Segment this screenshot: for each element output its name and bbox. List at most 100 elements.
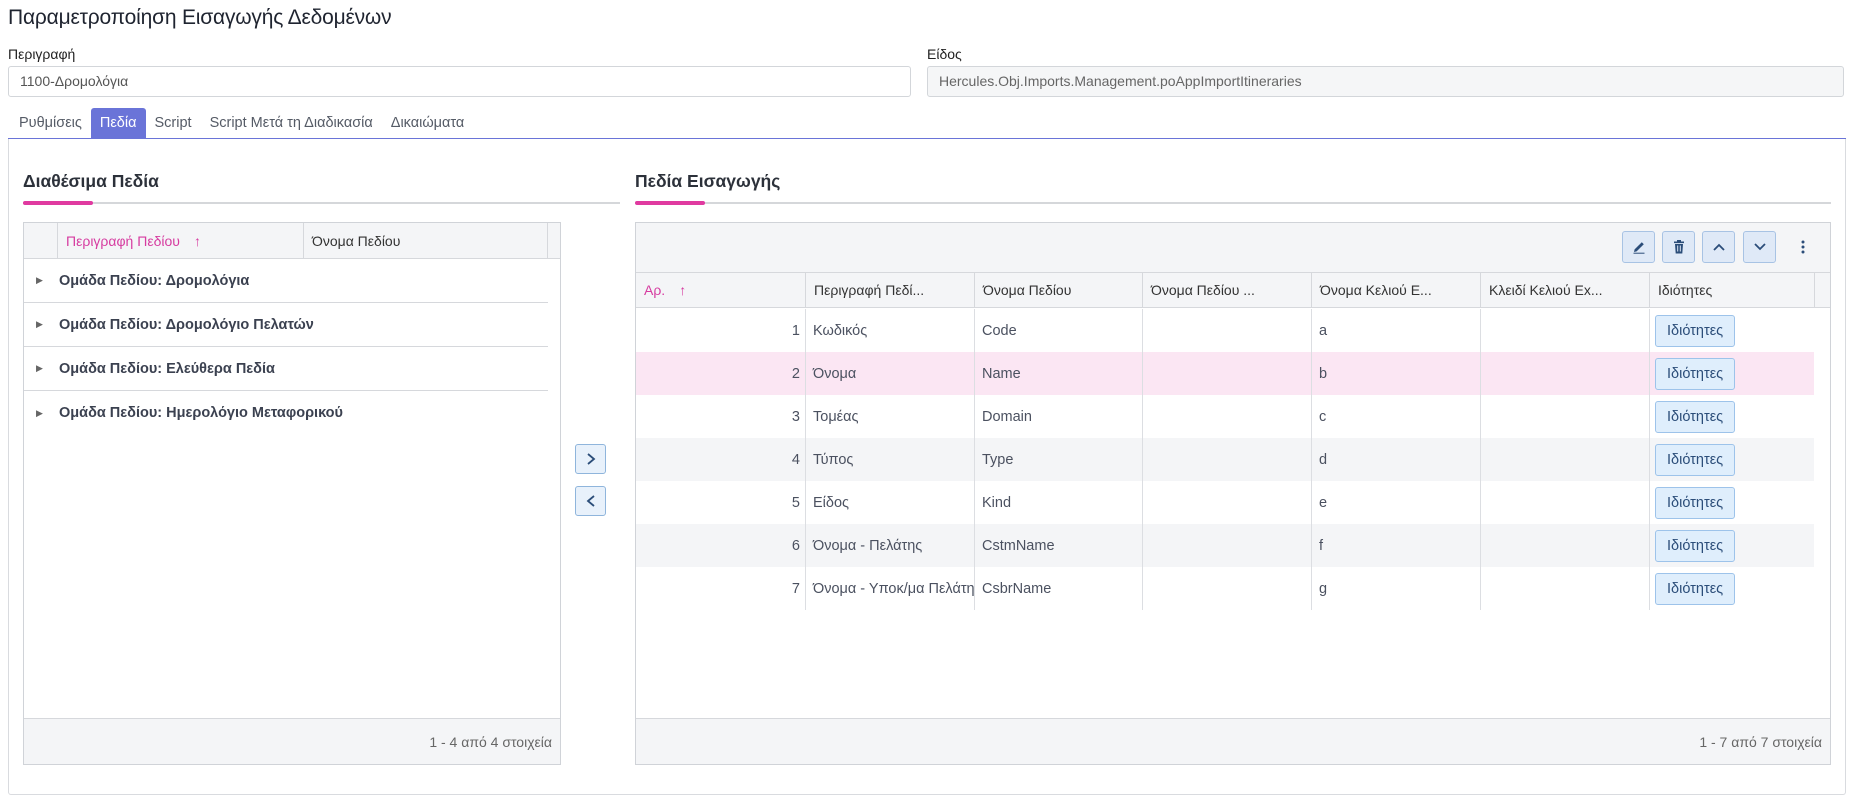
cell-cell-name: c bbox=[1311, 395, 1480, 438]
table-row[interactable]: 6 Όνομα - Πελάτης CstmName f Ιδιότητες bbox=[636, 524, 1814, 567]
tab-settings[interactable]: Ρυθμίσεις bbox=[10, 108, 91, 139]
header-label: Όνομα Κελιού Ε... bbox=[1320, 282, 1432, 298]
tab-permissions[interactable]: Δικαιώματα bbox=[382, 108, 474, 139]
header-scroll-spacer bbox=[1814, 273, 1830, 307]
header-field-name-2[interactable]: Όνομα Πεδίου ... bbox=[1142, 273, 1311, 307]
cell-field-name: Type bbox=[974, 438, 1142, 481]
cell-description: Τομέας bbox=[805, 395, 974, 438]
table-row[interactable]: 1 Κωδικός Code a Ιδιότητες bbox=[636, 309, 1814, 352]
header-field-name[interactable]: Όνομα Πεδίου bbox=[303, 223, 568, 258]
tab-script[interactable]: Script bbox=[146, 108, 201, 139]
cell-description: Όνομα - Πελάτης bbox=[805, 524, 974, 567]
cell-description: Όνομα bbox=[805, 352, 974, 395]
cell-number: 4 bbox=[791, 451, 800, 468]
trash-icon bbox=[1673, 240, 1684, 254]
header-field-name[interactable]: Όνομα Πεδίου bbox=[974, 273, 1142, 307]
caret-right-icon: ▶ bbox=[36, 363, 43, 373]
properties-button[interactable]: Ιδιότητες bbox=[1655, 486, 1736, 519]
properties-button[interactable]: Ιδιότητες bbox=[1655, 400, 1736, 433]
cell-cell-key bbox=[1480, 352, 1649, 395]
cell-cell-name: f bbox=[1311, 524, 1480, 567]
caret-right-icon: ▶ bbox=[36, 275, 43, 285]
sort-asc-icon: ↑ bbox=[193, 232, 201, 249]
available-fields-rule bbox=[23, 202, 620, 204]
more-options-icon[interactable] bbox=[1792, 231, 1814, 263]
import-fields-accent bbox=[635, 201, 705, 205]
group-row-carrier-calendar[interactable]: ▶ Ομάδα Πεδίου: Ημερολόγιο Μεταφορικού bbox=[24, 391, 548, 435]
cell-description: Τύπος bbox=[805, 438, 974, 481]
cell-description: Είδος bbox=[805, 481, 974, 524]
group-label: Ομάδα Πεδίου: Ημερολόγιο Μεταφορικού bbox=[59, 405, 343, 421]
header-label: Περιγραφή Πεδίου bbox=[66, 232, 180, 249]
cell-field-name: Name bbox=[974, 352, 1142, 395]
import-fields-grid: Αρ. ↑ Περιγραφή Πεδί... Όνομα Πεδίου Όνομ… bbox=[635, 222, 1831, 765]
import-settings-page: Παραμετροποίηση Εισαγωγής Δεδομένων Περι… bbox=[0, 0, 1855, 798]
description-input[interactable]: 1100-Δρομολόγια bbox=[8, 66, 911, 97]
move-down-button[interactable] bbox=[1743, 231, 1776, 263]
table-row[interactable]: 2 Όνομα Name b Ιδιότητες bbox=[636, 352, 1814, 395]
cell-properties: Ιδιότητες bbox=[1649, 309, 1814, 352]
header-label: Όνομα Πεδίου ... bbox=[1151, 282, 1255, 298]
cell-number: 3 bbox=[791, 408, 800, 425]
properties-button[interactable]: Ιδιότητες bbox=[1655, 357, 1736, 390]
header-cell-name[interactable]: Όνομα Κελιού Ε... bbox=[1311, 273, 1480, 307]
properties-button[interactable]: Ιδιότητες bbox=[1655, 529, 1736, 562]
header-field-description[interactable]: Περιγραφή Πεδίου ↑ bbox=[57, 223, 327, 258]
cell-cell-key bbox=[1480, 481, 1649, 524]
table-row[interactable]: 5 Είδος Kind e Ιδιότητες bbox=[636, 481, 1814, 524]
cell-number: 7 bbox=[791, 580, 800, 597]
cell-field-name-2 bbox=[1142, 567, 1311, 610]
chevron-up-icon bbox=[1712, 243, 1725, 251]
cell-cell-key bbox=[1480, 438, 1649, 481]
kebab-icon bbox=[1801, 240, 1805, 254]
remove-field-button[interactable] bbox=[575, 486, 606, 516]
available-grid-footer: 1 - 4 από 4 στοιχεία bbox=[24, 718, 560, 764]
cell-cell-name: d bbox=[1311, 438, 1480, 481]
header-label: Όνομα Πεδίου bbox=[312, 232, 401, 249]
group-label: Ομάδα Πεδίου: Δρομολόγια bbox=[59, 272, 250, 289]
header-field-description[interactable]: Περιγραφή Πεδί... bbox=[805, 273, 974, 307]
group-row-customer-itinerary[interactable]: ▶ Ομάδα Πεδίου: Δρομολόγιο Πελατών bbox=[24, 303, 548, 347]
cell-properties: Ιδιότητες bbox=[1649, 567, 1814, 610]
cell-field-name-2 bbox=[1142, 309, 1311, 352]
cell-cell-name: b bbox=[1311, 352, 1480, 395]
cell-number: 6 bbox=[791, 537, 800, 554]
properties-button[interactable]: Ιδιότητες bbox=[1655, 443, 1736, 476]
add-field-button[interactable] bbox=[575, 444, 606, 474]
cell-cell-key bbox=[1480, 309, 1649, 352]
import-grid-header: Αρ. ↑ Περιγραφή Πεδί... Όνομα Πεδίου Όνομ… bbox=[636, 272, 1830, 308]
cell-cell-key bbox=[1480, 524, 1649, 567]
cell-properties: Ιδιότητες bbox=[1649, 524, 1814, 567]
tab-fields[interactable]: Πεδία bbox=[90, 108, 146, 139]
header-properties[interactable]: Ιδιότητες bbox=[1649, 273, 1817, 307]
available-fields-title: Διαθέσιμα Πεδία bbox=[23, 171, 159, 191]
group-row-free-fields[interactable]: ▶ Ομάδα Πεδίου: Ελεύθερα Πεδία bbox=[24, 347, 548, 391]
header-label: Όνομα Πεδίου bbox=[983, 282, 1072, 298]
header-cell-key[interactable]: Κλειδί Κελιού Ex... bbox=[1480, 273, 1649, 307]
table-row[interactable]: 3 Τομέας Domain c Ιδιότητες bbox=[636, 395, 1814, 438]
cell-field-name-2 bbox=[1142, 395, 1311, 438]
move-up-button[interactable] bbox=[1702, 231, 1735, 263]
tab-post-script[interactable]: Script Μετά τη Διαδικασία bbox=[201, 108, 382, 139]
table-row[interactable]: 4 Τύπος Type d Ιδιότητες bbox=[636, 438, 1814, 481]
properties-button[interactable]: Ιδιότητες bbox=[1655, 314, 1736, 347]
cell-cell-name: e bbox=[1311, 481, 1480, 524]
cell-field-name: Code bbox=[974, 309, 1142, 352]
table-row[interactable]: 7 Όνομα - Υποκ/μα Πελάτη CsbrName g Ιδιό… bbox=[636, 567, 1814, 610]
pencil-icon bbox=[1633, 242, 1644, 254]
cell-properties: Ιδιότητες bbox=[1649, 438, 1814, 481]
header-label: Ιδιότητες bbox=[1658, 282, 1713, 298]
group-label: Ομάδα Πεδίου: Δρομολόγιο Πελατών bbox=[59, 316, 314, 333]
tab-bar: Ρυθμίσεις Πεδία Script Script Μετά τη Δι… bbox=[10, 108, 473, 139]
delete-button[interactable] bbox=[1662, 231, 1695, 263]
header-label: Αρ. bbox=[644, 282, 666, 298]
import-grid-footer: 1 - 7 από 7 στοιχεία bbox=[636, 718, 1830, 764]
import-fields-rule bbox=[635, 202, 1831, 204]
kind-input[interactable]: Hercules.Obj.Imports.Management.poAppImp… bbox=[927, 66, 1844, 97]
header-number[interactable]: Αρ. ↑ bbox=[636, 273, 806, 307]
available-fields-accent bbox=[23, 201, 93, 205]
cell-properties: Ιδιότητες bbox=[1649, 481, 1814, 524]
edit-button[interactable] bbox=[1622, 231, 1655, 263]
group-row-itineraries[interactable]: ▶ Ομάδα Πεδίου: Δρομολόγια bbox=[24, 259, 548, 303]
properties-button[interactable]: Ιδιότητες bbox=[1655, 572, 1736, 605]
